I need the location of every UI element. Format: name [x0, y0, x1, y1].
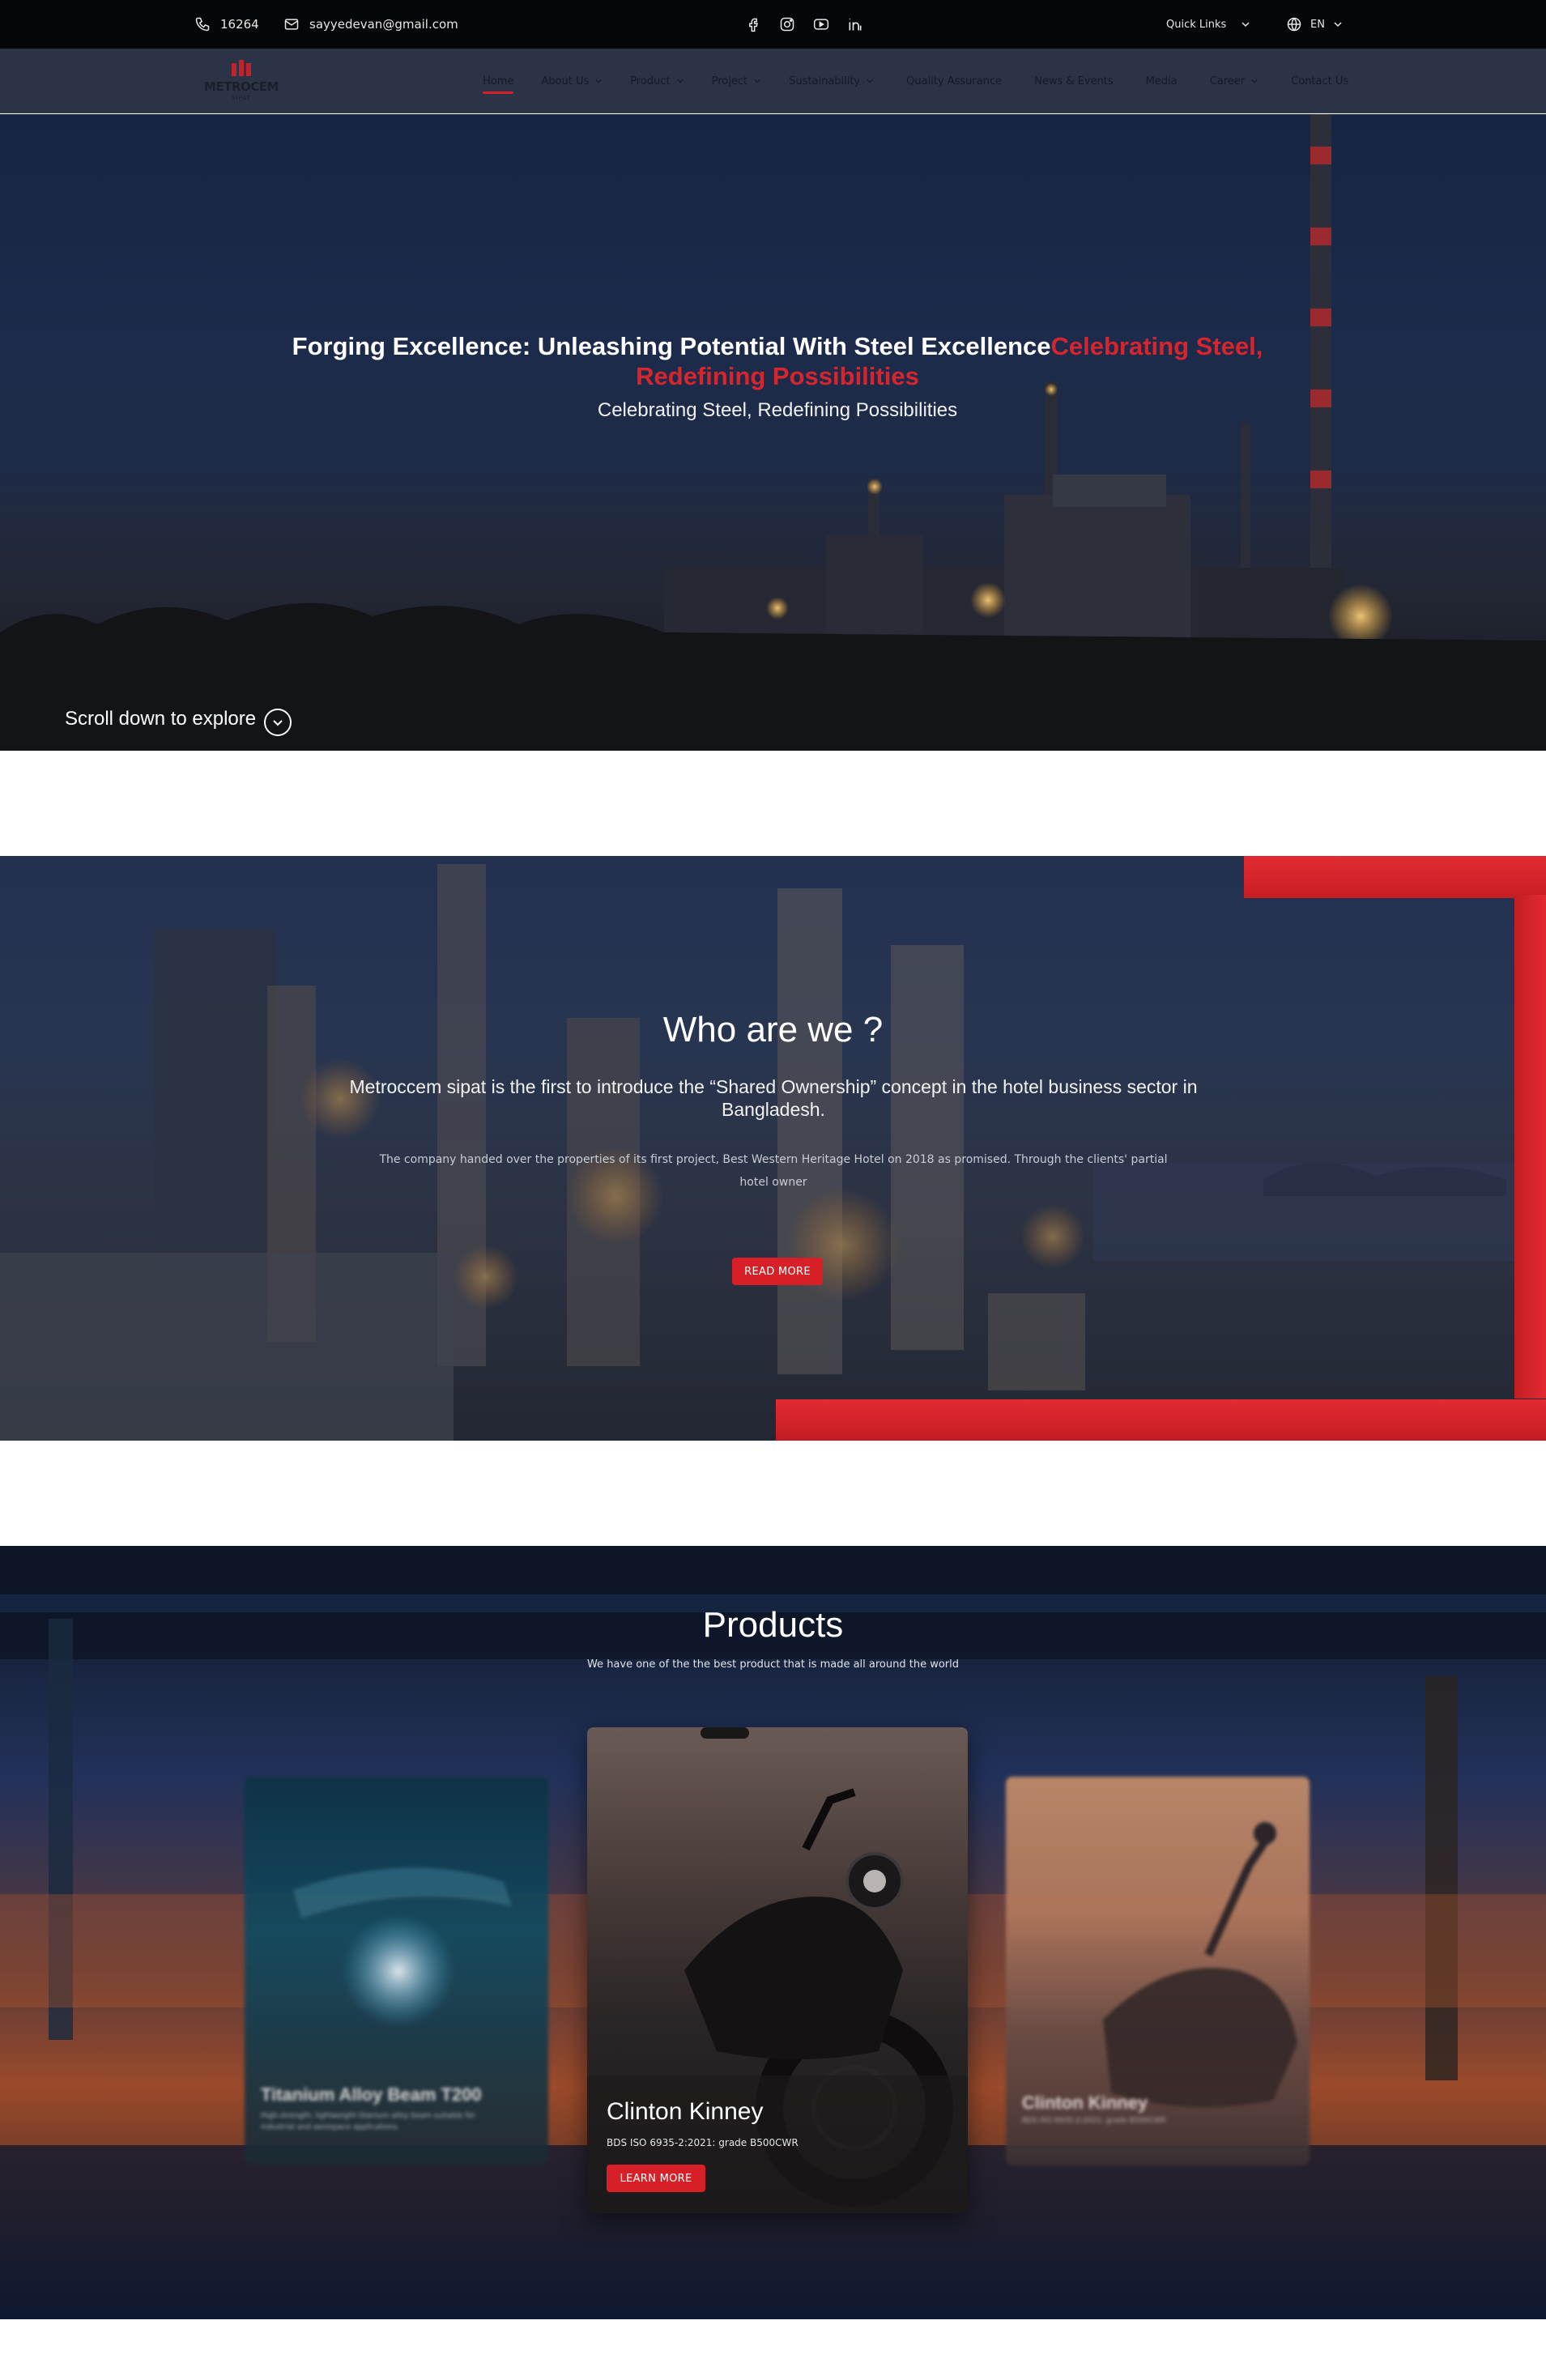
- product-card-title: Clinton Kinney: [607, 2098, 764, 2125]
- site-logo[interactable]: METROCEM SIPAT: [202, 57, 280, 105]
- hero-section: Forging Excellence: Unleashing Potential…: [0, 114, 1546, 751]
- hero-background-image: [0, 114, 1546, 751]
- mail-icon: [283, 16, 300, 32]
- language-selector[interactable]: EN: [1286, 0, 1343, 49]
- instagram-icon[interactable]: [779, 16, 795, 32]
- nav-item-label: Sustainability: [789, 75, 861, 87]
- nav-item-label: News & Events: [1034, 75, 1114, 87]
- about-body-text: The company handed over the properties o…: [379, 1153, 1168, 1189]
- decorative-red-bar-right: [1514, 895, 1546, 1399]
- scroll-down-hint[interactable]: Scroll down to explore: [65, 702, 292, 736]
- logo-name: METROCEM: [204, 79, 279, 94]
- chevron-down-icon: [866, 77, 874, 85]
- nav-item-home[interactable]: Home: [483, 49, 514, 113]
- hero-title: Forging Excellence: Unleashing Potential…: [243, 331, 1312, 391]
- decorative-red-bar-top: [1244, 856, 1546, 898]
- nav-item-label: Career: [1209, 75, 1246, 87]
- main-navigation: METROCEM SIPAT Home About Us Product Pro…: [0, 49, 1546, 113]
- nav-item-label: Media: [1145, 75, 1178, 87]
- learn-more-button[interactable]: LEARN MORE: [607, 2165, 705, 2192]
- nav-item-label: Contact Us: [1291, 75, 1349, 87]
- quick-links-dropdown[interactable]: Quick Links: [1166, 0, 1250, 49]
- product-card-description: BDS ISO 6935-2:2021: grade B500CWR: [1022, 2117, 1166, 2125]
- chevron-down-icon: [594, 77, 603, 85]
- read-more-button[interactable]: READ MORE: [732, 1258, 823, 1285]
- chevron-down-icon: [1241, 19, 1250, 29]
- about-lead-text: Metroccem sipat is the first to introduc…: [349, 1076, 1198, 1120]
- youtube-icon[interactable]: [813, 16, 829, 32]
- nav-item-label: About Us: [541, 75, 590, 87]
- nav-item-about-us[interactable]: About Us: [541, 49, 603, 113]
- chevron-down-icon: [1333, 19, 1343, 29]
- language-label: EN: [1310, 18, 1325, 31]
- phone-link[interactable]: 16264: [194, 0, 259, 49]
- social-links: [745, 0, 863, 49]
- linkedin-icon[interactable]: [847, 16, 863, 32]
- phone-number: 16264: [220, 17, 259, 32]
- nav-item-contact-us[interactable]: Contact Us: [1291, 49, 1348, 113]
- nav-item-project[interactable]: Project: [712, 49, 761, 113]
- product-card-title: Titanium Alloy Beam T200: [261, 2084, 482, 2105]
- email-link[interactable]: sayyedevan@gmail.com: [283, 0, 458, 49]
- nav-item-label: Home: [483, 75, 514, 87]
- chevron-down-icon: [753, 77, 761, 85]
- product-image-welding: [293, 1867, 512, 2028]
- logo-mark-icon: [232, 60, 251, 76]
- nav-item-label: Project: [711, 75, 748, 87]
- product-card[interactable]: Clinton Kinney BDS ISO 6935-2:2021: grad…: [1006, 1777, 1310, 2165]
- product-card-featured[interactable]: Clinton Kinney BDS ISO 6935-2:2021: grad…: [587, 1727, 968, 2213]
- chevron-down-icon: [676, 77, 684, 85]
- top-bar: 16264 sayyedevan@gmail.com Quick Links E…: [0, 0, 1546, 49]
- scroll-hint-label: Scroll down to explore: [65, 708, 257, 730]
- phone-icon: [194, 16, 211, 32]
- product-card[interactable]: Titanium Alloy Beam T200 High-strength, …: [245, 1777, 548, 2165]
- facebook-icon[interactable]: [745, 16, 761, 32]
- product-card-description: High-strength, lightweight titanium allo…: [261, 2112, 475, 2131]
- nav-item-sustainability[interactable]: Sustainability: [789, 49, 874, 113]
- nav-item-product[interactable]: Product: [630, 49, 684, 113]
- nav-item-career[interactable]: Career: [1210, 49, 1259, 113]
- products-subtitle: We have one of the the best product that…: [586, 1658, 960, 1671]
- nav-item-label: Product: [630, 75, 671, 87]
- globe-icon: [1286, 16, 1302, 32]
- hero-title-main: Forging Excellence: Unleashing Potential…: [292, 332, 1051, 360]
- products-title: Products: [702, 1605, 844, 1645]
- product-card-description: BDS ISO 6935-2:2021: grade B500CWR: [607, 2137, 799, 2148]
- nav-menu: Home About Us Product Project Sustainabi…: [483, 49, 1348, 113]
- about-title: Who are we ?: [662, 1010, 884, 1049]
- logo-subtitle: SIPAT: [232, 95, 251, 101]
- decorative-red-bar-bottom: [776, 1399, 1546, 1441]
- product-card-title: Clinton Kinney: [1022, 2093, 1148, 2113]
- nav-item-label: Quality Assurance: [906, 75, 1003, 87]
- nav-item-media[interactable]: Media: [1146, 49, 1178, 113]
- nav-item-news-events[interactable]: News & Events: [1034, 49, 1114, 113]
- chevron-down-icon: [1250, 77, 1259, 85]
- quick-links-label: Quick Links: [1166, 18, 1227, 31]
- email-address: sayyedevan@gmail.com: [309, 17, 458, 32]
- chevron-down-circle-icon[interactable]: [264, 709, 292, 736]
- nav-item-quality-assurance[interactable]: Quality Assurance: [906, 49, 1002, 113]
- hero-subtitle: Celebrating Steel, Redefining Possibilit…: [597, 399, 958, 421]
